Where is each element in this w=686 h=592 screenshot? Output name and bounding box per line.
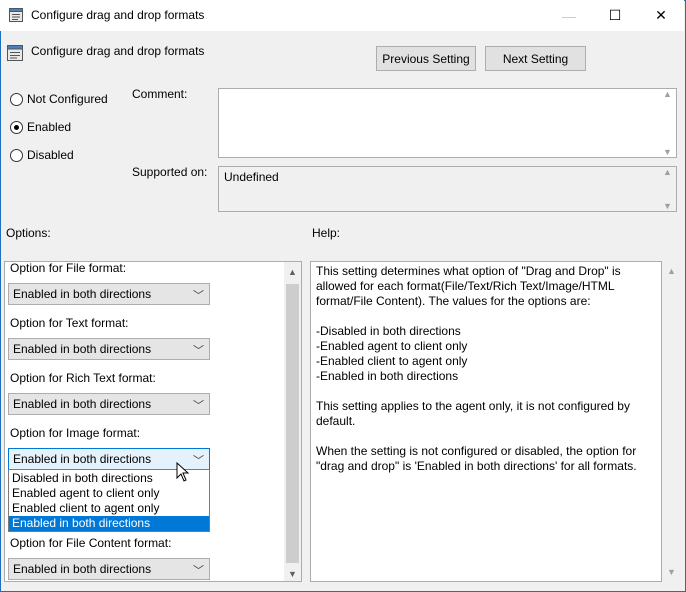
- minimize-button[interactable]: —: [546, 0, 592, 31]
- chevron-down-icon: ﹀: [193, 455, 204, 467]
- scroll-up-icon[interactable]: ▲: [663, 89, 672, 99]
- supported-on-field: [218, 166, 677, 212]
- policy-icon: [9, 8, 23, 22]
- help-list-item: -Enabled agent to client only: [316, 339, 468, 353]
- scroll-down-icon[interactable]: ▼: [667, 567, 676, 577]
- radio-label: Not Configured: [27, 92, 108, 106]
- radio-button[interactable]: [10, 120, 23, 134]
- options-label: Options:: [6, 226, 51, 240]
- select-value: Enabled in both directions: [13, 342, 152, 356]
- comment-label: Comment:: [132, 87, 188, 101]
- supported-scrollbar[interactable]: ▲ ▼: [659, 167, 676, 211]
- help-list-item: -Enabled in both directions: [316, 369, 459, 383]
- maximize-button[interactable]: ☐: [592, 0, 638, 31]
- radio-label: Disabled: [27, 148, 74, 162]
- window-title: Configure drag and drop formats: [31, 8, 205, 22]
- file-content-format-label: Option for File Content format:: [10, 536, 172, 550]
- comment-textarea[interactable]: [218, 88, 677, 158]
- image-format-label: Option for Image format:: [10, 426, 141, 440]
- file-format-select[interactable]: Enabled in both directions ﹀: [8, 283, 210, 305]
- setting-title: Configure drag and drop formats: [31, 44, 205, 58]
- previous-setting-button[interactable]: Previous Setting: [376, 46, 476, 71]
- dropdown-option[interactable]: Enabled client to agent only: [9, 501, 209, 516]
- rich-text-format-label: Option for Rich Text format:: [10, 371, 156, 385]
- select-value: Enabled in both directions: [13, 397, 152, 411]
- comment-scrollbar[interactable]: ▲ ▼: [659, 89, 676, 157]
- radio-label: Enabled: [27, 120, 72, 134]
- radio-enabled[interactable]: Enabled: [10, 119, 71, 135]
- scroll-down-icon[interactable]: ▼: [663, 201, 672, 211]
- mouse-pointer-icon: [176, 462, 190, 482]
- text-format-label: Option for Text format:: [10, 316, 129, 330]
- radio-disabled[interactable]: Disabled: [10, 147, 74, 163]
- file-format-label: Option for File format:: [10, 261, 127, 275]
- options-scroll-thumb[interactable]: [286, 284, 299, 563]
- policy-icon: [7, 45, 23, 61]
- chevron-down-icon: ﹀: [193, 565, 204, 577]
- supported-on-value: Undefined: [224, 170, 279, 184]
- scroll-down-icon[interactable]: ▼: [663, 147, 672, 157]
- options-panel: [4, 261, 302, 582]
- supported-on-label: Supported on:: [132, 165, 208, 179]
- help-list-item: -Disabled in both directions: [316, 324, 461, 338]
- help-paragraph: When the setting is not configured or di…: [316, 444, 637, 473]
- chevron-down-icon: ﹀: [193, 400, 204, 412]
- text-format-select[interactable]: Enabled in both directions ﹀: [8, 338, 210, 360]
- help-list-item: -Enabled client to agent only: [316, 354, 468, 368]
- close-button[interactable]: ✕: [638, 0, 684, 31]
- scroll-down-icon[interactable]: ▼: [285, 565, 300, 582]
- dropdown-option[interactable]: Enabled agent to client only: [9, 486, 209, 501]
- rich-text-format-select[interactable]: Enabled in both directions ﹀: [8, 393, 210, 415]
- help-label: Help:: [312, 226, 341, 240]
- help-scrollbar[interactable]: ▲ ▼: [663, 262, 680, 581]
- help-paragraph: This setting determines what option of "…: [316, 264, 621, 308]
- radio-button[interactable]: [10, 92, 23, 106]
- help-text: This setting determines what option of "…: [316, 264, 656, 474]
- file-content-format-select[interactable]: Enabled in both directions ﹀: [8, 558, 210, 580]
- select-value: Enabled in both directions: [13, 452, 152, 466]
- radio-not-configured[interactable]: Not Configured: [10, 91, 108, 107]
- next-setting-button[interactable]: Next Setting: [485, 46, 586, 71]
- select-value: Enabled in both directions: [13, 287, 152, 301]
- help-paragraph: This setting applies to the agent only, …: [316, 399, 630, 428]
- select-value: Enabled in both directions: [13, 562, 152, 576]
- scroll-up-icon[interactable]: ▲: [663, 167, 672, 177]
- chevron-down-icon: ﹀: [193, 345, 204, 357]
- scroll-up-icon[interactable]: ▲: [285, 263, 300, 280]
- dropdown-option-selected[interactable]: Enabled in both directions: [9, 516, 209, 531]
- chevron-down-icon: ﹀: [193, 290, 204, 302]
- radio-button[interactable]: [10, 148, 23, 162]
- scroll-up-icon[interactable]: ▲: [667, 266, 676, 276]
